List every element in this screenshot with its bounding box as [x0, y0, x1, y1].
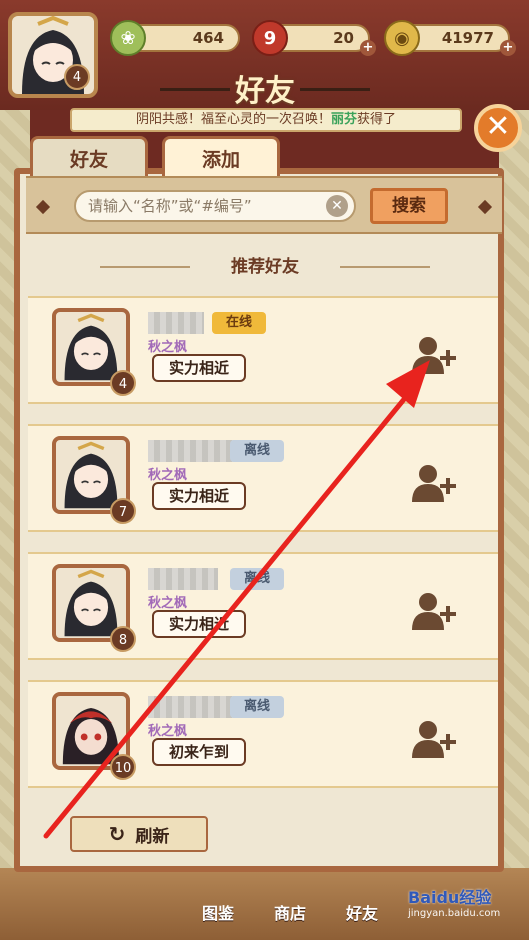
status-badge: 离线	[230, 440, 284, 462]
jade-value: 464	[192, 29, 224, 47]
add-friend-icon[interactable]	[410, 462, 460, 502]
refresh-icon: ↻	[108, 822, 126, 846]
stamina-icon: 9	[252, 20, 288, 56]
refresh-label: 刷新	[135, 826, 170, 847]
status-badge: 离线	[230, 568, 284, 590]
nav-item-collection[interactable]: 图鉴	[202, 900, 234, 924]
section-title: 推荐好友	[100, 252, 430, 282]
section-title-text: 推荐好友	[231, 257, 299, 277]
player-avatar[interactable]: 4	[8, 12, 98, 98]
stamina-add-icon[interactable]: +	[360, 40, 376, 56]
announcement-marquee: 阴阳共感！福至心灵的一次召唤！丽芬获得了	[70, 108, 462, 132]
add-friend-icon[interactable]	[410, 718, 460, 758]
friend-tag: 实力相近	[152, 354, 246, 382]
diamond-ornament-left	[35, 199, 51, 215]
friend-level-badge: 8	[110, 626, 136, 652]
stamina-counter: 9 20 +	[252, 20, 376, 56]
watermark-logo: Baidu经验	[408, 888, 492, 907]
friend-name-blurred	[148, 312, 204, 334]
coin-add-icon[interactable]: +	[500, 40, 516, 56]
add-friend-icon[interactable]	[410, 334, 460, 374]
friend-level-badge: 7	[110, 498, 136, 524]
watermark: Baidu经验 jingyan.baidu.com	[408, 884, 524, 936]
friend-sub-label: 秋之枫	[148, 340, 188, 355]
nav-item-shop[interactable]: 商店	[274, 900, 306, 924]
friend-tag: 实力相近	[152, 610, 246, 638]
friend-tag: 实力相近	[152, 482, 246, 510]
add-friend-icon[interactable]	[410, 590, 460, 630]
coin-counter: ◉ 41977 +	[384, 20, 516, 56]
status-badge: 离线	[230, 696, 284, 718]
friend-level-badge: 4	[110, 370, 136, 396]
search-button[interactable]: 搜索	[370, 188, 448, 224]
refresh-button[interactable]: ↻ 刷新	[70, 816, 208, 852]
friend-tag: 初来乍到	[152, 738, 246, 766]
friend-name-blurred	[148, 568, 218, 590]
jade-counter: ❀ 464	[110, 20, 240, 56]
title-line-left	[160, 88, 230, 91]
search-bar: 请输入“名称”或“#编号” ✕ 搜索	[26, 176, 502, 234]
friend-row: 8 离线 秋之枫 实力相近	[28, 552, 498, 660]
section-line-left	[100, 266, 190, 268]
search-placeholder: 请输入“名称”或“#编号”	[88, 197, 252, 215]
nav-item-friends[interactable]: 好友	[346, 900, 378, 924]
search-input[interactable]: 请输入“名称”或“#编号” ✕	[74, 190, 356, 222]
tab-friends[interactable]: 好友	[30, 136, 148, 178]
clear-icon[interactable]: ✕	[326, 195, 348, 217]
title-line-right	[300, 88, 370, 91]
title-banner: 好友	[140, 64, 390, 112]
friend-sub-label: 秋之枫	[148, 724, 188, 739]
marquee-text: 阴阳共感！福至心灵的一次召唤！	[135, 112, 331, 127]
tab-add[interactable]: 添加	[162, 136, 280, 178]
friend-row: 7 离线 秋之枫 实力相近	[28, 424, 498, 532]
friend-level-badge: 10	[110, 754, 136, 780]
friend-row: 10 离线 秋之枫 初来乍到	[28, 680, 498, 788]
page-title: 好友	[235, 74, 295, 109]
close-icon: ✕	[485, 109, 511, 144]
coin-icon: ◉	[384, 20, 420, 56]
player-level-badge: 4	[64, 64, 90, 90]
watermark-url: jingyan.baidu.com	[408, 908, 501, 919]
friend-sub-label: 秋之枫	[148, 468, 188, 483]
friend-sub-label: 秋之枫	[148, 596, 188, 611]
section-line-right	[340, 266, 430, 268]
marquee-text-end: 获得了	[357, 112, 397, 127]
coin-value: 41977	[441, 29, 494, 47]
friend-row: 4 在线 秋之枫 实力相近	[28, 296, 498, 404]
status-badge: 在线	[212, 312, 266, 334]
marquee-highlight: 丽芬	[330, 112, 357, 127]
jade-icon: ❀	[110, 20, 146, 56]
stamina-value: 20	[333, 29, 354, 47]
close-button[interactable]: ✕	[474, 104, 522, 152]
diamond-ornament-right	[477, 199, 493, 215]
